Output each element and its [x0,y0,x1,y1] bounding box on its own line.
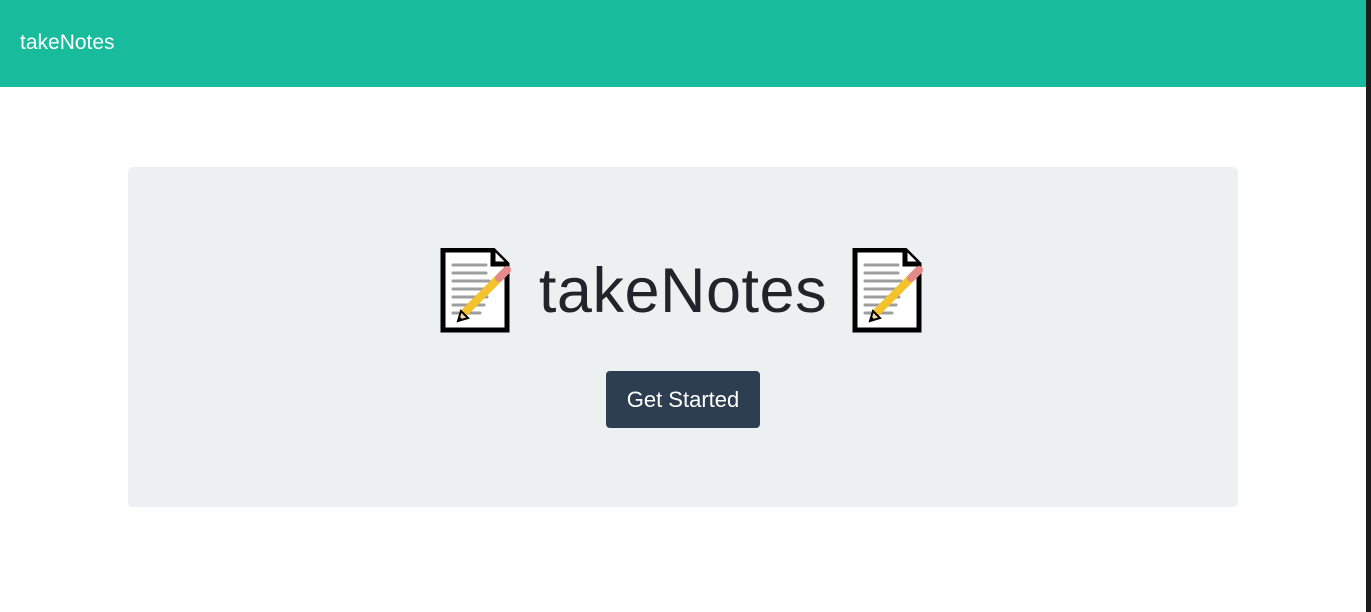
get-started-button[interactable]: Get Started [605,371,761,428]
page: takeNotes takeNotes Get Started [0,0,1366,612]
hero-actions: Get Started [0,371,1366,428]
vertical-scrollbar-thumb[interactable] [1366,0,1371,612]
navbar: takeNotes [0,0,1366,87]
memo-icon [440,248,511,333]
hero-panel [128,167,1238,507]
navbar-brand-link[interactable]: takeNotes [20,29,115,57]
memo-icon [852,248,924,333]
hero-heading: takeNotes [0,246,1366,336]
hero-title: takeNotes [538,256,828,326]
